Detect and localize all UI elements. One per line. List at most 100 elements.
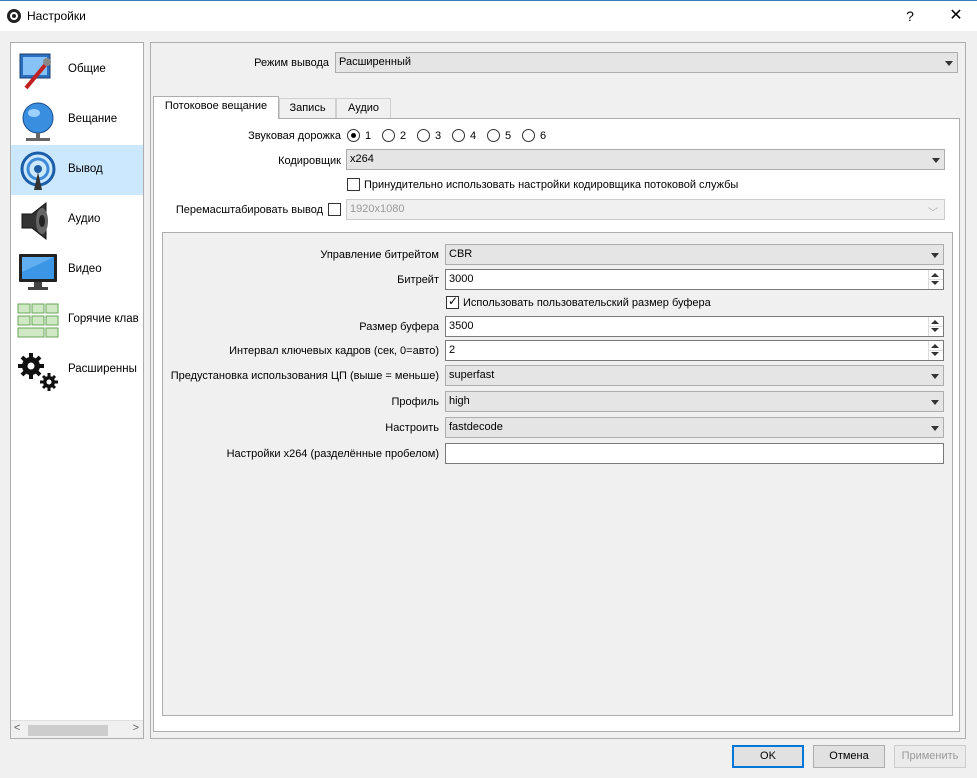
keyframe-interval-spinbox[interactable]: 2 <box>445 340 944 361</box>
audio-track-radio-1[interactable] <box>347 129 360 142</box>
bitrate-value: 3000 <box>449 273 474 285</box>
sidebar-item-broadcast[interactable]: Вещание <box>11 95 143 145</box>
keyframe-interval-value: 2 <box>449 344 456 356</box>
rate-control-label: Управление битрейтом <box>320 249 439 261</box>
tab-streaming[interactable]: Потоковое вещание <box>153 96 279 119</box>
chevron-down-icon <box>931 426 939 431</box>
audio-track-radio-label: 6 <box>540 130 547 142</box>
keyframe-interval-stepper[interactable] <box>928 341 943 360</box>
window-title: Настройки <box>27 9 86 23</box>
sidebar-item-advanced[interactable]: Расширенны <box>11 345 143 395</box>
chevron-down-icon: ﹀ <box>928 208 938 219</box>
bitrate-spinbox[interactable]: 3000 <box>445 269 944 290</box>
audio-track-radio-3[interactable] <box>417 129 430 142</box>
chevron-down-icon <box>931 253 939 258</box>
sidebar-item-label: Аудио <box>68 213 101 225</box>
sidebar-item-label: Вещание <box>68 113 118 125</box>
output-mode-select[interactable]: Расширенный <box>335 52 958 73</box>
buffer-size-label: Размер буфера <box>359 321 439 333</box>
cancel-button[interactable]: Отмена <box>813 745 885 768</box>
cpu-preset-select[interactable]: superfast <box>445 365 944 386</box>
sidebar-item-hotkeys[interactable]: Горячие клав <box>11 295 143 345</box>
audio-track-radio-2[interactable] <box>382 129 395 142</box>
stepper-down-icon[interactable] <box>931 328 939 332</box>
stepper-up-icon[interactable] <box>931 344 939 348</box>
chevron-down-icon <box>945 61 953 66</box>
sidebar-item-audio[interactable]: Аудио <box>11 195 143 245</box>
rescale-resolution-select: 1920x1080 ﹀ <box>346 199 945 220</box>
audio-track-radio-label: 1 <box>365 130 372 142</box>
speaker-icon <box>21 201 48 241</box>
audio-track-radio-label: 4 <box>470 130 477 142</box>
custom-buffer-checkbox[interactable] <box>446 294 459 309</box>
sidebar-item-label: Вывод <box>68 163 103 175</box>
audio-track-radio-5[interactable] <box>487 129 500 142</box>
rate-control-select[interactable]: CBR <box>445 244 944 265</box>
stepper-down-icon[interactable] <box>931 352 939 356</box>
bitrate-label: Битрейт <box>397 274 439 286</box>
enforce-service-settings-label: Принудительно использовать настройки код… <box>364 179 739 191</box>
sidebar-item-output[interactable]: Вывод <box>11 145 143 195</box>
title-bar: Настройки ? ✕ <box>0 0 977 31</box>
chevron-down-icon <box>931 374 939 379</box>
rescale-output-label: Перемасштабировать вывод <box>175 204 323 216</box>
enforce-service-settings-checkbox[interactable] <box>347 178 360 191</box>
audio-track-radio-label: 2 <box>400 130 407 142</box>
bitrate-stepper[interactable] <box>928 270 943 289</box>
output-signal-icon <box>20 151 56 190</box>
audio-track-label: Звуковая дорожка <box>248 130 341 142</box>
audio-track-radio-4[interactable] <box>452 129 465 142</box>
scroll-right-icon[interactable]: > <box>133 722 139 734</box>
sidebar-item-label: Горячие клав <box>68 313 139 325</box>
x264-options-input[interactable] <box>445 443 944 464</box>
scroll-left-icon[interactable]: < <box>14 722 20 734</box>
x264-options-label: Настройки x264 (разделённые пробелом) <box>226 448 439 460</box>
monitor-icon <box>19 254 57 290</box>
chevron-down-icon <box>932 158 940 163</box>
audio-track-radio-6[interactable] <box>522 129 535 142</box>
gears-icon <box>18 353 58 391</box>
stepper-up-icon[interactable] <box>931 320 939 324</box>
sidebar-horizontal-scrollbar[interactable]: < > <box>11 720 143 738</box>
rescale-resolution-value: 1920x1080 <box>350 203 405 215</box>
sidebar-item-video[interactable]: Видео <box>11 245 143 295</box>
buffer-size-stepper[interactable] <box>928 317 943 336</box>
tune-label: Настроить <box>385 422 439 434</box>
obs-logo-icon <box>7 9 21 23</box>
keyboard-hotkeys-icon <box>17 303 59 338</box>
profile-label: Профиль <box>391 396 440 408</box>
tab-recording[interactable]: Запись <box>279 98 336 118</box>
custom-buffer-label: Использовать пользовательский размер буф… <box>463 297 711 309</box>
buffer-size-spinbox[interactable]: 3500 <box>445 316 944 337</box>
help-button[interactable]: ? <box>898 5 922 27</box>
profile-select[interactable]: high <box>445 391 944 412</box>
profile-value: high <box>449 395 470 407</box>
rescale-output-checkbox[interactable] <box>328 203 341 216</box>
audio-track-radio-label: 5 <box>505 130 512 142</box>
sidebar-item-label: Расширенны <box>68 363 137 375</box>
settings-sidebar: Общие Вещание Вывод Аудио Видео Горячие … <box>10 42 144 739</box>
encoder-label: Кодировщик <box>278 155 341 167</box>
output-mode-label: Режим вывода <box>254 57 329 69</box>
sidebar-item-general[interactable]: Общие <box>11 45 143 95</box>
ok-button[interactable]: OK <box>732 745 804 768</box>
audio-track-radio-label: 3 <box>435 130 442 142</box>
encoder-value: x264 <box>350 153 374 165</box>
close-button[interactable]: ✕ <box>942 5 970 27</box>
tune-select[interactable]: fastdecode <box>445 417 944 438</box>
stepper-down-icon[interactable] <box>931 281 939 285</box>
scroll-thumb[interactable] <box>28 725 108 736</box>
buffer-size-value: 3500 <box>449 320 474 332</box>
stepper-up-icon[interactable] <box>931 273 939 277</box>
keyframe-interval-label: Интервал ключевых кадров (сек, 0=авто) <box>229 345 439 357</box>
output-mode-value: Расширенный <box>339 56 411 68</box>
sidebar-item-label: Видео <box>68 263 102 275</box>
broadcast-globe-icon <box>22 102 54 141</box>
tab-audio[interactable]: Аудио <box>336 98 391 118</box>
sidebar-item-label: Общие <box>68 63 106 75</box>
rate-control-value: CBR <box>449 248 473 260</box>
apply-button[interactable]: Применить <box>894 745 966 768</box>
encoder-select[interactable]: x264 <box>346 149 945 170</box>
general-icon <box>19 53 51 90</box>
cpu-preset-value: superfast <box>449 369 495 381</box>
